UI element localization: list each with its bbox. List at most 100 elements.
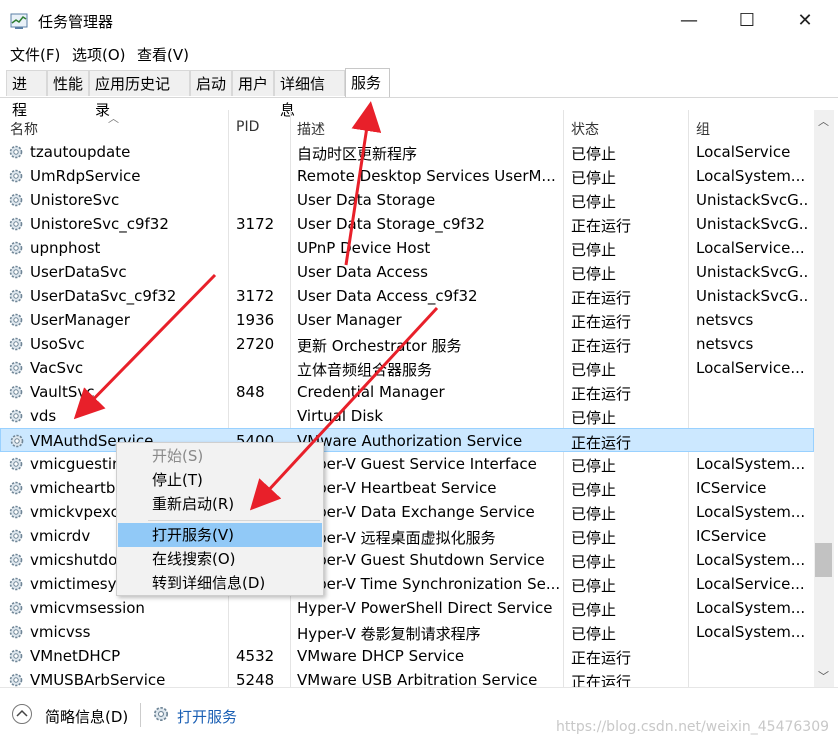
- service-status: 正在运行: [571, 649, 632, 667]
- service-status: 正在运行: [571, 434, 632, 452]
- table-row[interactable]: vds Virtual Disk 已停止: [0, 404, 814, 428]
- service-description: Hyper-V Time Synchronization Se...: [297, 575, 559, 593]
- table-row[interactable]: UnistoreSvc_c9f32 3172 User Data Storage_c…: [0, 212, 814, 236]
- collapse-chevron-icon[interactable]: [12, 704, 32, 724]
- service-name: vds: [30, 407, 57, 425]
- scroll-down-icon[interactable]: ﹀: [818, 668, 829, 684]
- service-status: 正在运行: [571, 217, 632, 235]
- close-button[interactable]: ✕: [776, 0, 834, 42]
- service-status: 正在运行: [571, 313, 632, 331]
- window-title: 任务管理器: [38, 13, 114, 31]
- service-description: 自动时区更新程序: [297, 145, 418, 163]
- service-gear-icon: [9, 409, 23, 423]
- context-menu: 开始(S) 停止(T) 重新启动(R) 打开服务(V) 在线搜索(O) 转到详细…: [116, 442, 324, 596]
- menu-view[interactable]: 查看(V): [137, 44, 189, 65]
- service-gear-icon: [9, 361, 23, 375]
- watermark: https://blog.csdn.net/weixin_45476309: [556, 719, 830, 735]
- service-name: UsoSvc: [30, 335, 85, 353]
- service-gear-icon: [9, 337, 23, 351]
- service-status: 已停止: [571, 193, 617, 211]
- table-header: ︿ 名称 PID 描述 状态 组: [0, 110, 814, 142]
- service-group: LocalSystem...: [696, 503, 806, 521]
- table-row[interactable]: UnistoreSvc User Data Storage 已停止 UnistackS…: [0, 188, 814, 212]
- service-name: UserManager: [30, 311, 130, 329]
- tab-app-history[interactable]: 应用历史记录: [89, 70, 190, 119]
- service-status: 已停止: [571, 145, 617, 163]
- service-name: VMnetDHCP: [30, 647, 121, 665]
- tab-users[interactable]: 用户: [232, 70, 274, 96]
- context-menu-restart[interactable]: 重新启动(R): [118, 492, 322, 516]
- service-name: tzautoupdate: [30, 143, 131, 161]
- column-header-description[interactable]: 描述: [297, 119, 325, 139]
- service-gear-icon: [9, 625, 23, 639]
- service-status: 已停止: [571, 361, 617, 379]
- column-header-pid[interactable]: PID: [236, 119, 259, 135]
- service-description: VMware USB Arbitration Service: [297, 671, 538, 687]
- service-group: LocalService...: [696, 575, 805, 593]
- service-description: 更新 Orchestrator 服务: [297, 337, 462, 355]
- table-row[interactable]: VMUSBArbService 5248 VMware USB Arbitratio…: [0, 668, 814, 687]
- tab-services[interactable]: 服务: [345, 68, 390, 98]
- menu-file[interactable]: 文件(F): [10, 44, 60, 65]
- tab-performance[interactable]: 性能: [47, 70, 89, 96]
- service-status: 已停止: [571, 241, 617, 259]
- table-row[interactable]: UserDataSvc_c9f32 3172 User Data Access_c9…: [0, 284, 814, 308]
- fewer-details-button[interactable]: 简略信息(D): [45, 706, 128, 727]
- service-status: 已停止: [571, 577, 617, 595]
- table-row[interactable]: vmicvmsession Hyper-V PowerShell Direct S…: [0, 596, 814, 620]
- context-menu-go-to-details[interactable]: 转到详细信息(D): [118, 571, 322, 595]
- service-gear-icon: [9, 193, 23, 207]
- service-status: 已停止: [571, 529, 617, 547]
- menu-options[interactable]: 选项(O): [72, 44, 126, 65]
- table-row[interactable]: UmRdpService Remote Desktop Services User…: [0, 164, 814, 188]
- context-menu-open-services[interactable]: 打开服务(V): [118, 523, 322, 547]
- sort-ascending-icon: ︿: [108, 112, 119, 125]
- table-row[interactable]: VacSvc 立体音频组合器服务 已停止 LocalService...: [0, 356, 814, 380]
- context-menu-search-online[interactable]: 在线搜索(O): [118, 547, 322, 571]
- service-name: UmRdpService: [30, 167, 141, 185]
- service-gear-icon: [10, 434, 24, 448]
- service-description: User Manager: [297, 311, 402, 329]
- service-name: upnphost: [30, 239, 101, 257]
- column-header-group[interactable]: 组: [696, 119, 710, 139]
- minimize-button[interactable]: —: [660, 0, 718, 42]
- vertical-scrollbar[interactable]: [814, 110, 834, 687]
- service-name: UserDataSvc_c9f32: [30, 287, 177, 305]
- task-manager-icon: [10, 13, 28, 29]
- table-row[interactable]: tzautoupdate 自动时区更新程序 已停止 LocalService: [0, 140, 814, 164]
- context-menu-start[interactable]: 开始(S): [118, 444, 322, 468]
- service-description: VMware Authorization Service: [297, 432, 523, 450]
- service-status: 已停止: [571, 409, 617, 427]
- service-group: UnistackSvcG...: [696, 263, 808, 281]
- service-pid: 3172: [236, 215, 275, 233]
- scrollbar-thumb[interactable]: [815, 543, 832, 577]
- table-row[interactable]: UserDataSvc User Data Access 已停止 UnistackSv…: [0, 260, 814, 284]
- table-row[interactable]: UsoSvc 2720 更新 Orchestrator 服务 正在运行 netsvcs: [0, 332, 814, 356]
- service-gear-icon: [9, 649, 23, 663]
- service-description: Hyper-V Guest Service Interface: [297, 455, 537, 473]
- column-header-status[interactable]: 状态: [571, 119, 599, 139]
- service-name: UnistoreSvc_c9f32: [30, 215, 169, 233]
- column-header-name[interactable]: 名称: [10, 119, 38, 139]
- table-row[interactable]: vmicvss Hyper-V 卷影复制请求程序 已停止 LocalSystem...: [0, 620, 814, 644]
- table-row[interactable]: VaultSvc 848 Credential Manager 正在运行: [0, 380, 814, 404]
- tab-processes[interactable]: 进程: [6, 70, 47, 119]
- service-group: netsvcs: [696, 311, 754, 329]
- tab-details[interactable]: 详细信息: [274, 70, 345, 119]
- service-group: UnistackSvcG...: [696, 215, 808, 233]
- context-menu-separator: [148, 520, 320, 521]
- context-menu-stop[interactable]: 停止(T): [118, 468, 322, 492]
- maximize-button[interactable]: ☐: [718, 0, 776, 42]
- service-group: LocalSystem...: [696, 623, 806, 641]
- table-row[interactable]: UserManager 1936 User Manager 正在运行 netsvcs: [0, 308, 814, 332]
- scroll-up-icon[interactable]: ︿: [818, 113, 829, 129]
- table-row[interactable]: upnphost UPnP Device Host 已停止 LocalService.…: [0, 236, 814, 260]
- tab-startup[interactable]: 启动: [190, 70, 232, 96]
- service-pid: 4532: [236, 647, 275, 665]
- menu-bar: 文件(F) 选项(O) 查看(V): [0, 42, 838, 66]
- service-gear-icon: [9, 289, 23, 303]
- table-row[interactable]: VMnetDHCP 4532 VMware DHCP Service 正在运行: [0, 644, 814, 668]
- open-services-link[interactable]: 打开服务: [177, 706, 237, 727]
- service-name: UnistoreSvc: [30, 191, 120, 209]
- service-group: LocalSystem...: [696, 455, 806, 473]
